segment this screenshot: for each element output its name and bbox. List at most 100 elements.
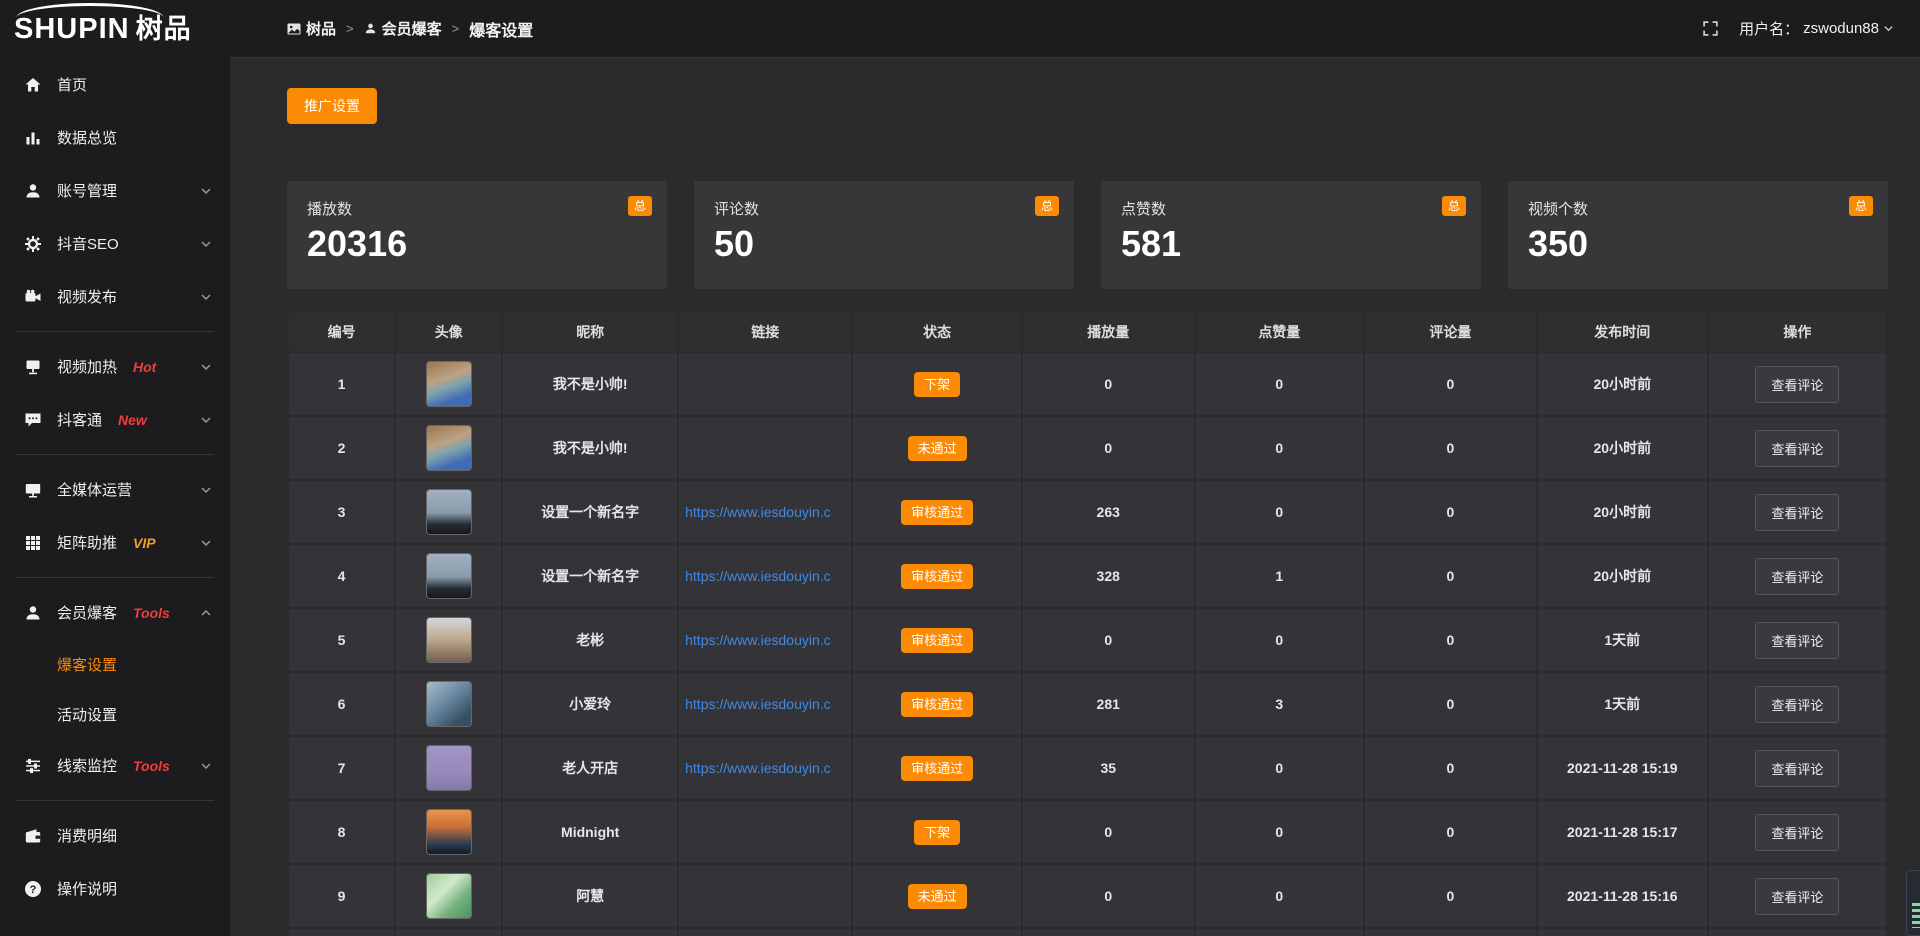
sidebar-item-label: 会员爆客 xyxy=(57,602,117,623)
cell-publish-time: 20小时前 xyxy=(1537,352,1708,416)
gear-icon xyxy=(24,235,42,253)
sidebar-divider xyxy=(16,800,214,801)
cell-likes: 0 xyxy=(1195,800,1364,864)
cell-publish-time: 20小时前 xyxy=(1537,544,1708,608)
cell-actions: 查看评论 xyxy=(1708,608,1887,672)
grid-icon xyxy=(24,534,42,552)
cell-avatar xyxy=(395,352,502,416)
stat-card-comments: 评论数 50 总 xyxy=(694,181,1074,289)
status-badge: 审核通过 xyxy=(901,756,973,781)
heat-screen-icon xyxy=(24,358,42,376)
sidebar-subitem-label: 爆客设置 xyxy=(57,654,117,675)
chevron-down-icon xyxy=(200,484,212,496)
cell-likes: 0 xyxy=(1195,480,1364,544)
video-link[interactable]: https://www.iesdouyin.c xyxy=(685,504,831,520)
view-comments-button[interactable]: 查看评论 xyxy=(1755,686,1839,723)
status-badge: 未通过 xyxy=(908,436,967,461)
user-menu[interactable]: 用户名：zswodun88 xyxy=(1739,18,1894,39)
logo-arc-decoration xyxy=(16,3,164,33)
home-icon xyxy=(24,76,42,94)
sidebar-item-instructions[interactable]: ? 操作说明 xyxy=(0,862,230,915)
breadcrumb-item-member-baoke[interactable]: 会员爆客 xyxy=(364,18,442,39)
sidebar-subitem-activity-settings[interactable]: 活动设置 xyxy=(0,689,230,739)
cell-nickname: 老人开店 xyxy=(502,736,678,800)
sidebar-item-video-heat[interactable]: 视频加热 Hot xyxy=(0,340,230,393)
cell-publish-time: 20小时前 xyxy=(1537,480,1708,544)
table-row: 1 我不是小帅! 下架 0 0 0 xyxy=(288,352,1887,416)
cell-id: 2 xyxy=(288,416,395,480)
cell-likes: 0 xyxy=(1195,864,1364,928)
video-link[interactable]: https://www.iesdouyin.c xyxy=(685,696,831,712)
cell-actions: 查看评论 xyxy=(1708,800,1887,864)
sidebar-menu: 首页 数据总览 账号管理 抖音SEO 视频发布 视频加热 Hot xyxy=(0,52,230,915)
video-link[interactable]: https://www.iesdouyin.c xyxy=(685,632,831,648)
cell-link xyxy=(678,352,852,416)
cell-likes: 3 xyxy=(1195,672,1364,736)
view-comments-button[interactable]: 查看评论 xyxy=(1755,494,1839,531)
stat-cards: 播放数 20316 总 评论数 50 总 点赞数 581 总 视频个数 350 … xyxy=(287,181,1888,289)
video-link[interactable]: https://www.iesdouyin.c xyxy=(685,568,831,584)
cell-avatar xyxy=(395,480,502,544)
video-link[interactable]: https://www.iesdouyin.c xyxy=(685,760,831,776)
total-badge: 总 xyxy=(1849,196,1873,216)
username-label: 用户名： xyxy=(1739,18,1799,39)
sidebar-item-account-mgmt[interactable]: 账号管理 xyxy=(0,164,230,217)
cell-link xyxy=(678,800,852,864)
sidebar-item-label: 视频加热 xyxy=(57,356,117,377)
sidebar-item-matrix-boost[interactable]: 矩阵助推 VIP xyxy=(0,516,230,569)
cell-nickname: 我不是小帅! xyxy=(502,352,678,416)
cell-nickname: 设置一个新名字 xyxy=(502,544,678,608)
cell-status: 审核通过 xyxy=(852,672,1021,736)
sidebar-item-lead-monitor[interactable]: 线索监控 Tools xyxy=(0,739,230,792)
cell-comments: 0 xyxy=(1364,864,1537,928)
cell-publish-time: 1天前 xyxy=(1537,608,1708,672)
cell-link: https://www.iesdouyin.c xyxy=(678,736,852,800)
view-comments-button[interactable]: 查看评论 xyxy=(1755,622,1839,659)
help-icon: ? xyxy=(24,880,42,898)
sidebar-item-home[interactable]: 首页 xyxy=(0,58,230,111)
cell-actions: 查看评论 xyxy=(1708,352,1887,416)
view-comments-button[interactable]: 查看评论 xyxy=(1755,750,1839,787)
view-comments-button[interactable]: 查看评论 xyxy=(1755,878,1839,915)
cell-publish-time: 2021-11-28 15:17 xyxy=(1537,800,1708,864)
cell-avatar xyxy=(395,608,502,672)
cell-id: 9 xyxy=(288,864,395,928)
view-comments-button[interactable]: 查看评论 xyxy=(1755,366,1839,403)
chevron-down-icon xyxy=(200,291,212,303)
view-comments-button[interactable]: 查看评论 xyxy=(1755,814,1839,851)
breadcrumb-separator: > xyxy=(346,21,354,36)
sidebar-item-douyin-seo[interactable]: 抖音SEO xyxy=(0,217,230,270)
fullscreen-icon[interactable] xyxy=(1702,20,1719,37)
sidebar-item-video-publish[interactable]: 视频发布 xyxy=(0,270,230,323)
view-comments-button[interactable]: 查看评论 xyxy=(1755,430,1839,467)
cell-plays: 328 xyxy=(1022,544,1195,608)
col-header-comments: 评论量 xyxy=(1364,312,1537,352)
col-header-link: 链接 xyxy=(678,312,852,352)
breadcrumb-item-home[interactable]: 树品 xyxy=(287,18,336,39)
avatar xyxy=(427,874,471,918)
chevron-up-icon xyxy=(200,607,212,619)
cell-nickname xyxy=(502,928,678,936)
sidebar-item-member-baoke[interactable]: 会员爆客 Tools xyxy=(0,586,230,639)
total-badge: 总 xyxy=(628,196,652,216)
sidebar-item-label: 抖音SEO xyxy=(57,233,119,254)
cell-likes xyxy=(1195,928,1364,936)
cell-avatar xyxy=(395,672,502,736)
table-row: 2 我不是小帅! 未通过 0 0 0 xyxy=(288,416,1887,480)
chevron-down-icon xyxy=(200,238,212,250)
cell-link xyxy=(678,928,852,936)
sidebar-item-omnimedia[interactable]: 全媒体运营 xyxy=(0,463,230,516)
cell-id xyxy=(288,928,395,936)
sidebar-subitem-baoke-settings[interactable]: 爆客设置 xyxy=(0,639,230,689)
col-header-status: 状态 xyxy=(852,312,1021,352)
promotion-settings-button[interactable]: 推广设置 xyxy=(287,88,377,124)
cell-nickname: 老彬 xyxy=(502,608,678,672)
sidebar-item-consumption-detail[interactable]: 消费明细 xyxy=(0,809,230,862)
sidebar-item-doketong[interactable]: 抖客通 New xyxy=(0,393,230,446)
brand-logo[interactable]: SHUPIN树品 xyxy=(0,0,230,52)
view-comments-button[interactable]: 查看评论 xyxy=(1755,558,1839,595)
table-row: 9 阿慧 未通过 0 0 0 202 xyxy=(288,864,1887,928)
cell-likes: 0 xyxy=(1195,736,1364,800)
sidebar-item-data-overview[interactable]: 数据总览 xyxy=(0,111,230,164)
floating-widget[interactable] xyxy=(1906,870,1920,936)
